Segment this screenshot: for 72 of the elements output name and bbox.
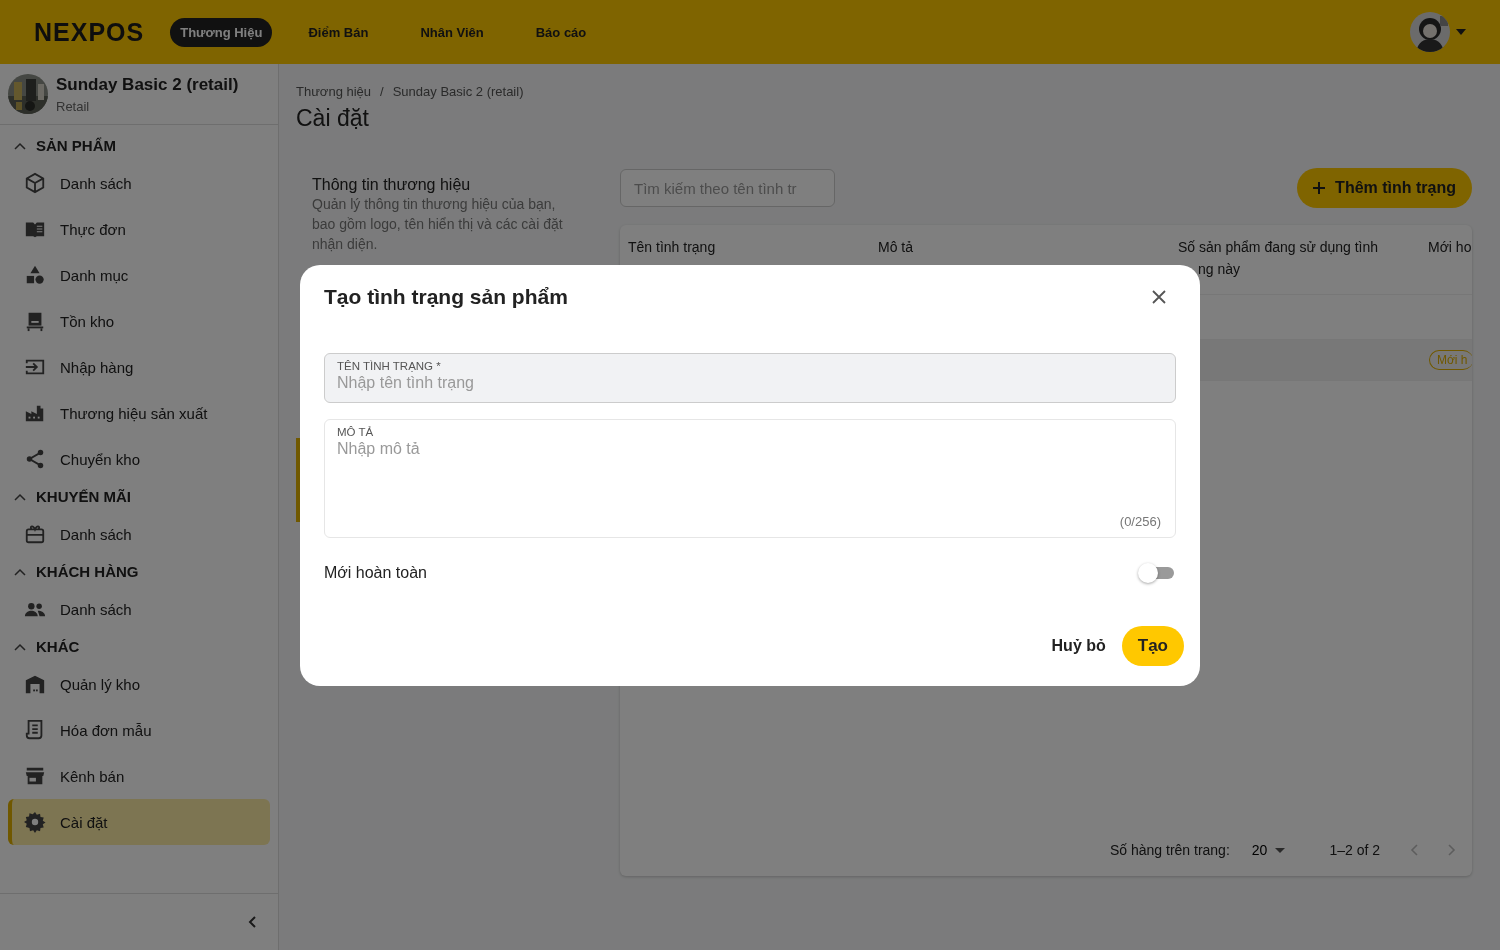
breadcrumb-link[interactable]: Thương hiệu <box>296 84 372 99</box>
field-label: MÔ TẢ <box>337 426 375 438</box>
sidebar-item[interactable]: Quản lý kho <box>8 661 270 707</box>
sidebar-item[interactable]: Cài đặt <box>8 799 270 845</box>
warehouse-icon <box>24 673 46 695</box>
name-field[interactable]: TÊN TÌNH TRẠNG * Nhập tên tình trạng <box>324 353 1176 403</box>
plus-icon <box>1313 182 1326 194</box>
sidebar-item[interactable]: Hóa đơn mẫu <box>8 707 270 753</box>
column-header: Mới ho <box>1428 238 1472 257</box>
sidebar-item[interactable]: Danh mục <box>8 252 270 298</box>
brand-type: Retail <box>56 98 91 114</box>
sidebar-item[interactable]: Thương hiệu sản xuất <box>8 390 270 436</box>
chevron-left-icon <box>1410 844 1418 856</box>
character-counter: (0/256) <box>1119 514 1161 529</box>
chevron-up-icon <box>14 141 26 150</box>
chevron-up-icon <box>14 642 26 651</box>
rows-per-page-label: Số hàng trên trang: <box>1109 842 1230 858</box>
logo[interactable]: NEXPOS <box>34 17 145 47</box>
create-button[interactable]: Tạo <box>1121 626 1184 666</box>
chevron-right-icon <box>1448 844 1456 856</box>
previous-page-button[interactable] <box>1410 844 1418 856</box>
toggle-switch[interactable] <box>1138 562 1176 584</box>
store-icon <box>24 765 46 787</box>
sidebar-item[interactable]: Nhập hàng <box>8 344 270 390</box>
breadcrumb-separator: / <box>380 84 384 99</box>
column-header: ng này <box>1197 261 1242 277</box>
close-icon <box>1152 290 1166 304</box>
sidebar-item[interactable]: Thực đơn <box>8 206 270 252</box>
share-icon <box>24 448 46 470</box>
chevron-up-icon <box>14 492 26 501</box>
caret-icon <box>1456 29 1466 35</box>
column-header: Số sản phẩm đang sử dụng tình <box>1178 238 1380 255</box>
sidebar-item[interactable]: Danh sách <box>8 586 270 632</box>
kiosk-icon <box>24 310 46 332</box>
chevron-up-icon <box>14 567 26 576</box>
description-input[interactable]: Nhập mô tả <box>337 440 1163 514</box>
sidebar-item[interactable]: Danh sách <box>8 511 270 557</box>
sidebar-item[interactable]: Kênh bán <box>8 753 270 799</box>
name-input[interactable]: Nhập tên tình trạng <box>337 374 1163 392</box>
next-page-button[interactable] <box>1448 844 1456 856</box>
field-label: TÊN TÌNH TRẠNG * <box>337 360 442 372</box>
page-title: Cài đặt <box>296 105 370 132</box>
section-header[interactable]: KHÁC <box>0 632 278 661</box>
column-header: Tên tình trạng <box>628 238 717 257</box>
section-description: Quản lý thông tin thương hiệu của bạn, bao gồm logo, tên hiển thị và các cài đặt nhận diện. <box>312 195 564 254</box>
gift-card-icon <box>24 523 46 545</box>
page-range: 1–2 of 2 <box>1329 842 1380 858</box>
nav-tab[interactable]: Báo cáo <box>525 17 597 47</box>
cancel-button[interactable]: Huỷ bỏ <box>1043 629 1114 663</box>
add-status-button[interactable]: Thêm tình trạng <box>1297 168 1472 208</box>
section-header[interactable]: SẢN PHẨM <box>0 131 278 160</box>
sidebar-item[interactable]: Danh sách <box>8 160 270 206</box>
nav-tab[interactable]: Thương Hiệu <box>170 17 273 47</box>
section-title: Thông tin thương hiệu <box>312 176 472 194</box>
brand-name: Sunday Basic 2 (retail) <box>56 74 239 94</box>
sidebar-item[interactable]: Chuyển kho <box>8 436 270 482</box>
section-header[interactable]: KHÁCH HÀNG <box>0 557 278 586</box>
toggle-label: Mới hoàn toàn <box>324 564 427 582</box>
sidebar-item[interactable]: Tồn kho <box>8 298 270 344</box>
nav-tab[interactable]: Nhân Viên <box>410 17 494 47</box>
breadcrumb-link[interactable]: Sunday Basic 2 (retail) <box>392 84 524 99</box>
section-header[interactable]: KHUYẾN MÃI <box>0 482 278 511</box>
rows-per-page-select[interactable]: 20 <box>1245 841 1292 859</box>
dialog-title: Tạo tình trạng sản phẩm <box>324 285 568 309</box>
box-icon <box>24 172 46 194</box>
shapes-icon <box>24 264 46 286</box>
settings-icon <box>24 811 46 833</box>
chevron-left-icon <box>248 916 256 928</box>
description-field[interactable]: MÔ TẢ Nhập mô tả (0/256) <box>324 419 1176 538</box>
nav-tab[interactable]: Điểm Bán <box>298 17 379 47</box>
caret-icon <box>1275 847 1286 853</box>
column-header: Mô tả <box>878 238 914 257</box>
